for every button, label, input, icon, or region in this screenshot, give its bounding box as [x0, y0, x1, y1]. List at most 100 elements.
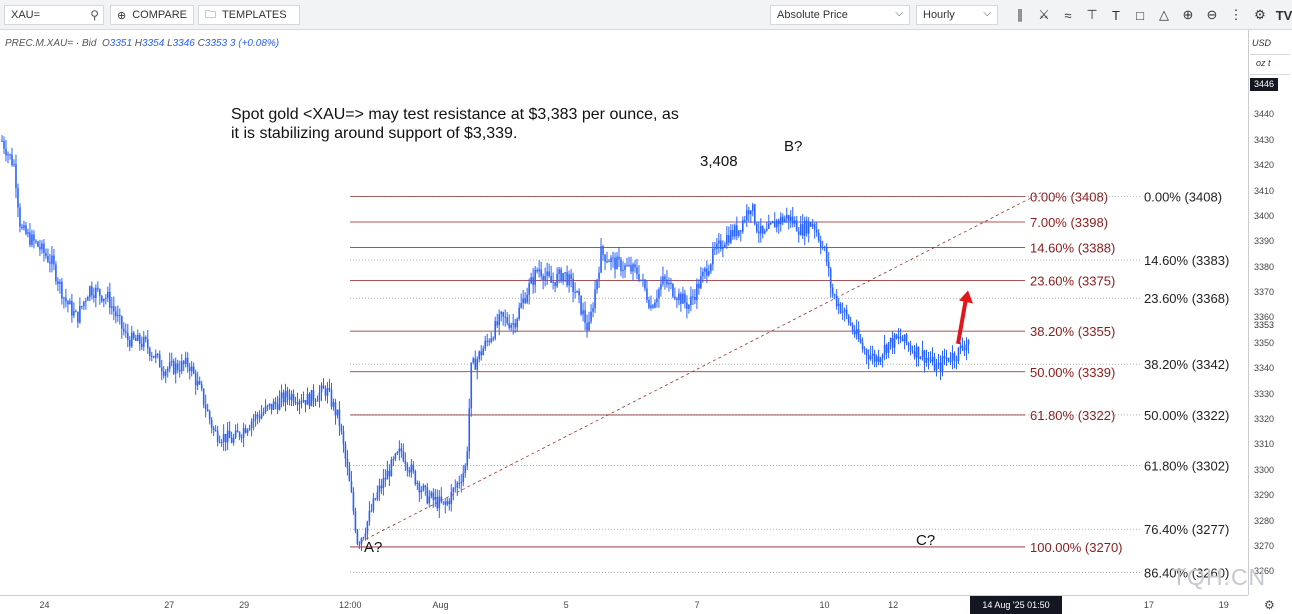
candle-body [877, 356, 880, 362]
x-tick-label: 24 [39, 600, 50, 610]
candle-body [454, 487, 457, 489]
candle-body [150, 355, 153, 357]
candle-body [901, 338, 904, 342]
candle-body [839, 303, 842, 313]
axis-settings-icon[interactable]: ⚙ [1264, 598, 1275, 612]
candle-body [843, 309, 846, 312]
candle-body [85, 300, 87, 302]
candle-body [841, 311, 844, 313]
candle-body [156, 354, 159, 356]
candle-body [132, 332, 135, 338]
candle-body [466, 451, 469, 466]
candle-body [308, 394, 311, 407]
candle-body [592, 308, 594, 312]
unit-select[interactable]: oz t [1256, 58, 1271, 68]
candle-body [604, 254, 606, 262]
candle-body [238, 432, 241, 437]
candle-body [360, 538, 363, 545]
candle-body [256, 414, 259, 417]
candle-body [420, 490, 423, 493]
candle-body [51, 255, 53, 264]
price-chart[interactable]: 0.00% (3408) 7.00% (3398) 14.60% (3388) 23.… [0, 0, 1248, 595]
x-tick-label: 10 [819, 600, 830, 610]
candle-body [610, 257, 612, 263]
candle-body [434, 497, 437, 500]
candle-body [144, 337, 147, 340]
x-tick-label: 27 [164, 600, 175, 610]
y-tick-label: 3340 [1254, 363, 1275, 374]
candle-body [101, 295, 103, 302]
candle-body [65, 297, 67, 302]
candle-body [694, 296, 696, 300]
candle-body [488, 340, 491, 342]
candle-body [807, 222, 810, 234]
candle-body [478, 351, 481, 360]
candle-body [452, 488, 455, 492]
candle-body [87, 297, 89, 301]
candle-body [123, 328, 125, 332]
candle-body [897, 336, 900, 339]
candle-body [761, 225, 764, 234]
candle-body [562, 273, 564, 282]
candle-body [660, 284, 662, 290]
candle-body [482, 348, 485, 356]
candle-body [498, 314, 501, 326]
candle-body [775, 220, 778, 228]
candle-body [378, 485, 381, 493]
candle-body [260, 413, 263, 419]
candle-body [292, 393, 295, 403]
candle-body [184, 357, 187, 364]
settings-icon[interactable]: ⚙ [1248, 5, 1272, 25]
y-tick-label: 3430 [1254, 134, 1275, 145]
candle-body [759, 225, 762, 234]
candle-body [580, 295, 582, 315]
candle-body [268, 403, 271, 406]
candle-body [869, 355, 872, 360]
candle-body [376, 492, 379, 500]
candle-body [895, 334, 898, 339]
candle-body [875, 356, 878, 362]
candle-body [871, 353, 874, 356]
candle-body [248, 428, 251, 430]
candle-body [202, 388, 205, 405]
y-tick-label: 3270 [1254, 540, 1275, 551]
candle-body [182, 361, 185, 364]
currency-select[interactable]: USD [1252, 38, 1271, 48]
candle-body [109, 291, 111, 308]
candle-body [258, 416, 261, 419]
wave-b-label: B? [784, 138, 803, 155]
candle-body [81, 306, 83, 308]
candle-body [767, 223, 770, 229]
candle-body [831, 287, 834, 295]
candle-body [552, 281, 554, 283]
candle-body [919, 357, 922, 359]
candle-body [280, 392, 283, 398]
y-tick-label: 3400 [1254, 210, 1275, 221]
candle-body [284, 390, 287, 403]
candle-body [797, 231, 800, 235]
candle-body [27, 232, 29, 234]
candle-body [574, 291, 576, 293]
candle-body [474, 358, 477, 370]
candle-body [406, 464, 409, 471]
candle-body [634, 264, 636, 268]
candle-body [212, 427, 215, 431]
candle-body [724, 244, 726, 248]
candle-body [67, 301, 69, 305]
candle-body [728, 234, 730, 243]
candle-body [803, 220, 806, 236]
close-label: C [197, 38, 205, 49]
low-value: 3346 [172, 38, 195, 49]
candle-body [172, 360, 175, 374]
candle-body [524, 298, 526, 303]
candle-body [148, 348, 151, 356]
candle-body [188, 366, 191, 372]
candle-body [484, 340, 487, 349]
candle-body [751, 204, 754, 211]
candle-body [528, 283, 530, 295]
candle-body [546, 271, 548, 276]
candle-body [945, 357, 948, 359]
candle-body [186, 357, 189, 367]
candle-body [773, 221, 776, 228]
candle-body [69, 301, 71, 305]
